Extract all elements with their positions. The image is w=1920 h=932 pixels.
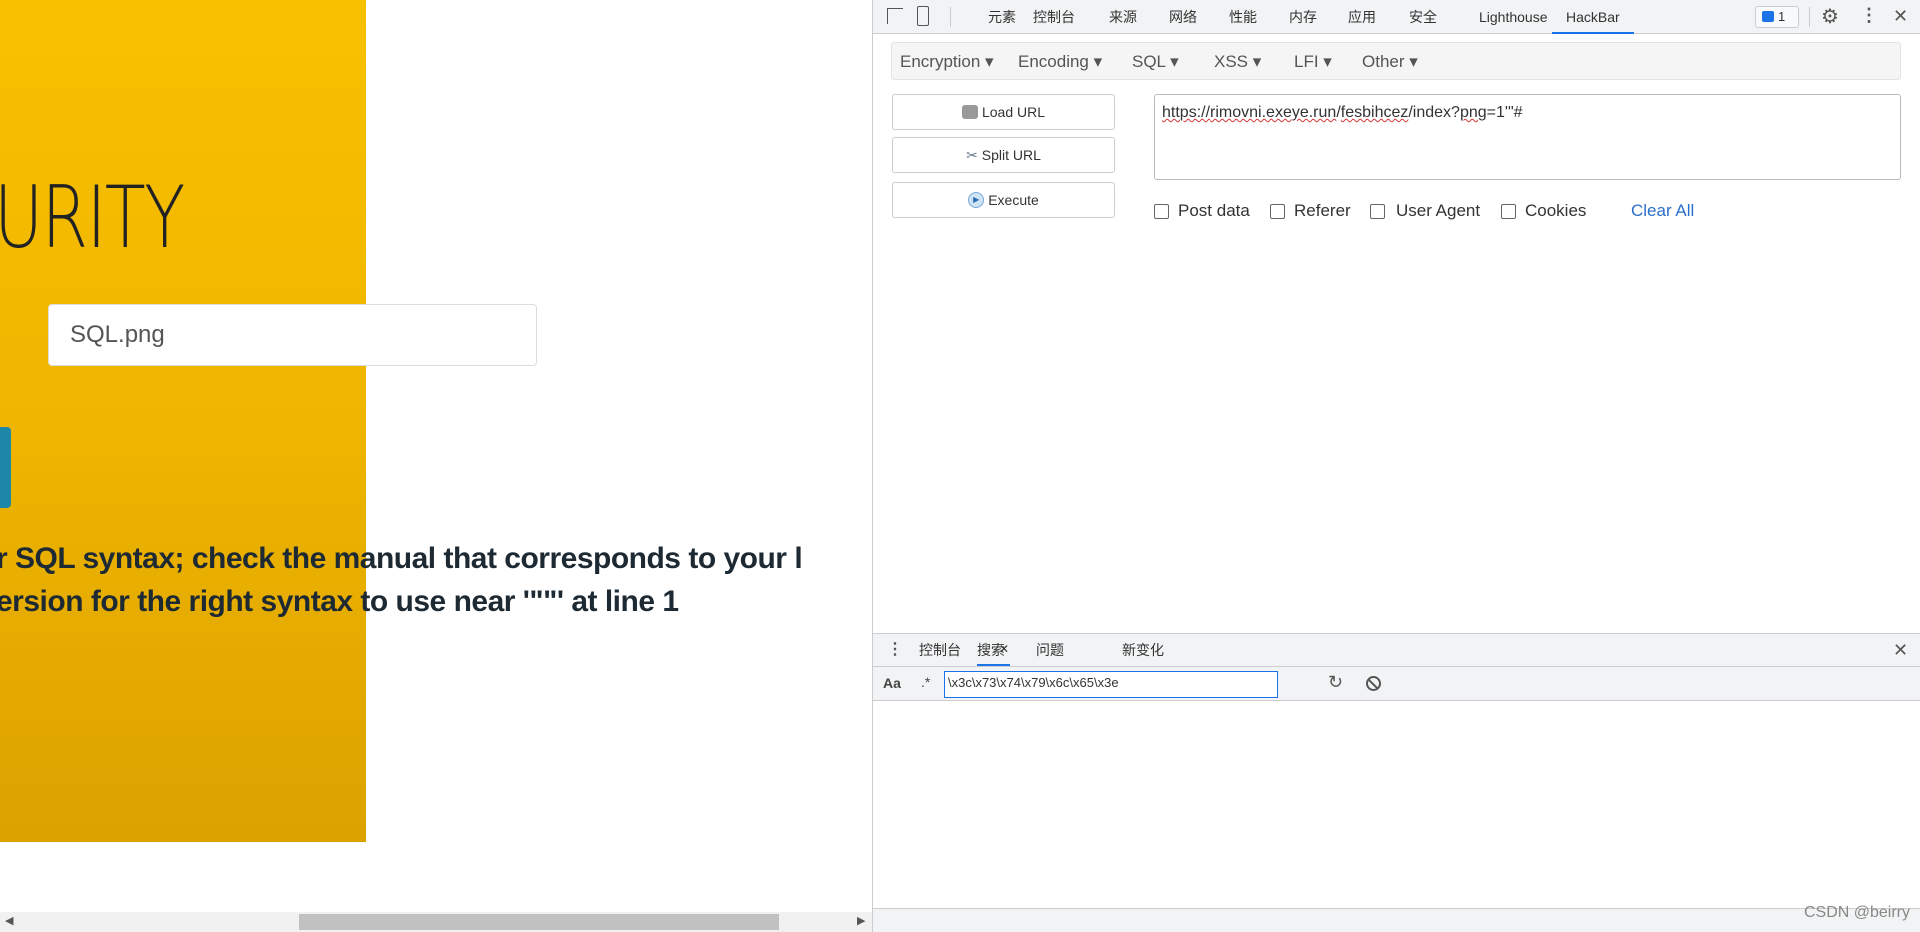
post-data-checkbox[interactable] (1154, 204, 1169, 219)
refresh-icon[interactable]: ↻ (1328, 672, 1343, 693)
menu-label: Other (1362, 52, 1405, 71)
play-icon: ▶ (968, 192, 985, 208)
split-url-button[interactable]: ✂ Split URL (892, 137, 1115, 173)
menu-encoding[interactable]: Encoding ▾ (1018, 43, 1102, 81)
menu-lfi[interactable]: LFI ▾ (1294, 43, 1332, 81)
menu-label: LFI (1294, 52, 1319, 71)
tab-lighthouse[interactable]: Lighthouse (1479, 0, 1548, 34)
menu-label: Encryption (900, 52, 981, 71)
tab-sources[interactable]: 来源 (1109, 0, 1137, 34)
drive-icon (961, 105, 978, 119)
drawer-tab-changes[interactable]: 新变化 (1122, 634, 1164, 666)
device-toggle-icon[interactable] (917, 6, 929, 26)
tab-console[interactable]: 控制台 (1033, 0, 1075, 34)
message-icon (1762, 11, 1774, 22)
load-url-button[interactable]: Load URL (892, 94, 1115, 130)
devtools-toolbar: 元素 控制台 来源 网络 性能 内存 应用 安全 Lighthouse Hack… (873, 0, 1920, 34)
scroll-right-icon[interactable]: ▶ (857, 914, 865, 927)
issues-badge[interactable]: 1 (1755, 6, 1799, 28)
divider (1809, 7, 1810, 27)
menu-label: XSS (1214, 52, 1249, 71)
referer-checkbox[interactable] (1270, 204, 1285, 219)
tab-network[interactable]: 网络 (1169, 0, 1197, 34)
url-textarea[interactable]: https://rimovni.exeye.run/fesbihcez/inde… (1154, 94, 1901, 180)
menu-label: Encoding (1018, 52, 1089, 71)
hackbar-menu: Encryption ▾ Encoding ▾ SQL ▾ XSS ▾ LFI … (891, 42, 1901, 80)
close-drawer-icon[interactable]: ✕ (1893, 640, 1908, 661)
url-part: =1'"# (1486, 104, 1523, 121)
menu-encryption[interactable]: Encryption ▾ (900, 43, 994, 81)
menu-other[interactable]: Other ▾ (1362, 43, 1418, 81)
close-tab-icon[interactable]: ✕ (999, 642, 1009, 656)
hero-background (0, 0, 366, 842)
gear-icon[interactable]: ⚙ (1821, 4, 1839, 29)
post-data-label: Post data (1178, 201, 1250, 220)
button-label: Execute (988, 192, 1039, 208)
submit-button[interactable] (0, 427, 11, 508)
devtools-status-bar (873, 908, 1920, 932)
url-part: png (1459, 104, 1487, 121)
scissors-icon: ✂ (966, 146, 978, 163)
menu-label: SQL (1132, 52, 1166, 71)
tab-elements[interactable]: 元素 (988, 0, 1016, 34)
tab-performance[interactable]: 性能 (1229, 0, 1257, 34)
url-part: /index? (1408, 104, 1460, 121)
drawer-menu-icon[interactable]: ⋮ (887, 639, 903, 659)
cookies-checkbox[interactable] (1501, 204, 1516, 219)
user-agent-label: User Agent (1396, 201, 1481, 220)
search-toolbar: Aa .* \x3c\x73\x74\x79\x6c\x65\x3e ↻ (873, 667, 1920, 701)
tab-security[interactable]: 安全 (1409, 0, 1437, 34)
scrollbar-thumb[interactable] (299, 914, 779, 930)
sql-error-line-2: ersion for the right syntax to use near … (0, 585, 679, 618)
clear-all-link[interactable]: Clear All (1631, 201, 1694, 221)
regex-toggle[interactable]: .* (921, 674, 930, 690)
search-input[interactable]: \x3c\x73\x74\x79\x6c\x65\x3e (944, 671, 1278, 698)
scroll-left-icon[interactable]: ◀ (5, 914, 13, 927)
button-label: Load URL (981, 104, 1046, 120)
drawer-tab-console[interactable]: 控制台 (919, 634, 961, 666)
execute-button[interactable]: ▶ Execute (892, 182, 1115, 218)
button-label: Split URL (981, 147, 1041, 163)
url-part: https:// (1162, 104, 1211, 121)
divider (950, 7, 951, 27)
menu-xss[interactable]: XSS ▾ (1214, 43, 1261, 81)
close-icon[interactable]: ✕ (1893, 6, 1908, 27)
user-agent-checkbox[interactable] (1370, 204, 1385, 219)
more-options-icon[interactable]: ⋮ (1860, 5, 1878, 26)
match-case-toggle[interactable]: Aa (883, 675, 901, 691)
url-part: rimovni.exeye.run (1210, 104, 1337, 121)
url-part: fesbihcez (1340, 104, 1409, 121)
tab-hackbar[interactable]: HackBar (1552, 0, 1634, 34)
menu-sql[interactable]: SQL ▾ (1132, 43, 1179, 81)
clear-icon[interactable] (1366, 676, 1381, 691)
devtools-panel: 元素 控制台 来源 网络 性能 内存 应用 安全 Lighthouse Hack… (872, 0, 1920, 932)
issues-count: 1 (1778, 9, 1786, 24)
page-title: URITY (0, 168, 185, 268)
cookies-label: Cookies (1525, 201, 1587, 220)
drawer-tabbar: ⋮ 控制台 搜索 ✕ 问题 新变化 ✕ (873, 633, 1920, 667)
drawer-tab-issues[interactable]: 问题 (1036, 634, 1064, 666)
referer-label: Referer (1294, 201, 1351, 220)
tab-application[interactable]: 应用 (1348, 0, 1376, 34)
tab-memory[interactable]: 内存 (1289, 0, 1317, 34)
inspect-icon[interactable] (887, 8, 903, 24)
watermark: CSDN @beirry (1803, 904, 1910, 921)
filename-input[interactable]: SQL.png (48, 304, 537, 366)
sql-error-line-1: r SQL syntax; check the manual that corr… (0, 542, 803, 575)
